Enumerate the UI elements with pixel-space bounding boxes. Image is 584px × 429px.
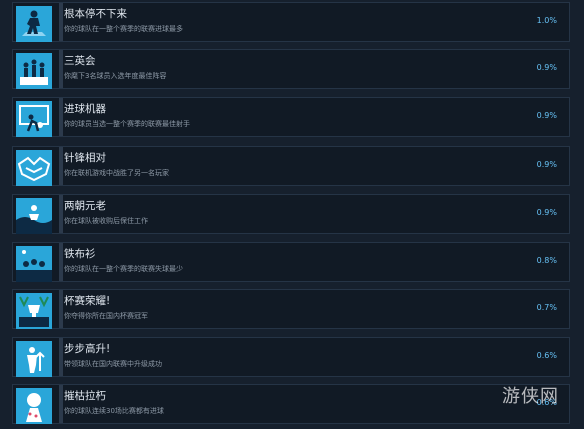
achievement-row[interactable]: 针锋相对 你在联机游戏中战胜了另一名玩家 0.9%: [12, 146, 570, 186]
achievement-row[interactable]: 根本停不下来 你的球队在一整个赛季的联赛进球最多 1.0%: [12, 2, 570, 42]
achievement-row[interactable]: 杯赛荣耀! 你夺得你所在国内杯赛冠军 0.7%: [12, 289, 570, 329]
handshake-icon: [16, 150, 52, 186]
achievement-description: 你的球队连续30场比赛都有进球: [64, 407, 164, 415]
achievement-description: 你麾下3名球员入选年度最佳阵容: [64, 72, 167, 80]
achievement-description: 你的球队在一整个赛季的联赛失球最少: [64, 265, 183, 273]
achievement-description: 带领球队在国内联赛中升级成功: [64, 360, 162, 368]
row-accent: [59, 290, 63, 328]
row-accent: [59, 147, 63, 185]
row-accent: [59, 50, 63, 88]
wall-icon: [16, 246, 52, 282]
goal-icon: [16, 101, 52, 137]
achievement-row[interactable]: 两朝元老 你在球队被收购后保住工作 0.9%: [12, 194, 570, 234]
achievement-description: 你在球队被收购后保住工作: [64, 217, 148, 225]
player-icon: [16, 6, 52, 42]
pawn-icon: [16, 388, 52, 424]
achievement-row[interactable]: 铁布衫 你的球队在一整个赛季的联赛失球最少 0.8%: [12, 242, 570, 282]
row-accent: [59, 3, 63, 41]
achievement-title: 根本停不下来: [64, 8, 127, 20]
achievement-description: 你的球队在一整个赛季的联赛进球最多: [64, 25, 183, 33]
achievement-row[interactable]: 进球机器 你的球员当选一整个赛季的联赛最佳射手 0.9%: [12, 97, 570, 137]
watermark-logo: 游侠网: [502, 386, 559, 407]
unlock-percentage: 1.0%: [536, 16, 557, 25]
unlock-percentage: 0.8%: [536, 256, 557, 265]
unlock-percentage: 0.9%: [536, 160, 557, 169]
row-accent: [59, 98, 63, 136]
achievement-title: 两朝元老: [64, 200, 106, 212]
unlock-percentage: 0.9%: [536, 208, 557, 217]
row-accent: [59, 338, 63, 376]
achievement-title: 步步高升!: [64, 343, 111, 355]
achievement-title: 三英会: [64, 55, 96, 67]
achievement-row[interactable]: 摧枯拉朽 你的球队连续30场比赛都有进球 0.6%: [12, 384, 570, 424]
achievement-title: 进球机器: [64, 103, 106, 115]
unlock-percentage: 0.9%: [536, 111, 557, 120]
achievement-description: 你在联机游戏中战胜了另一名玩家: [64, 169, 169, 177]
row-accent: [59, 385, 63, 423]
achievement-row[interactable]: 三英会 你麾下3名球员入选年度最佳阵容 0.9%: [12, 49, 570, 89]
cup-icon: [16, 293, 52, 329]
achievement-title: 杯赛荣耀!: [64, 295, 111, 307]
achievement-title: 铁布衫: [64, 248, 96, 260]
achievement-row[interactable]: 步步高升! 带领球队在国内联赛中升级成功 0.6%: [12, 337, 570, 377]
unlock-percentage: 0.6%: [536, 351, 557, 360]
row-accent: [59, 195, 63, 233]
achievement-title: 摧枯拉朽: [64, 390, 106, 402]
veteran-icon: [16, 198, 52, 234]
row-accent: [59, 243, 63, 281]
promotion-icon: [16, 341, 52, 377]
unlock-percentage: 0.7%: [536, 303, 557, 312]
unlock-percentage: 0.9%: [536, 63, 557, 72]
achievement-description: 你夺得你所在国内杯赛冠军: [64, 312, 148, 320]
achievement-description: 你的球员当选一整个赛季的联赛最佳射手: [64, 120, 190, 128]
achievement-title: 针锋相对: [64, 152, 106, 164]
podium-icon: [16, 53, 52, 89]
